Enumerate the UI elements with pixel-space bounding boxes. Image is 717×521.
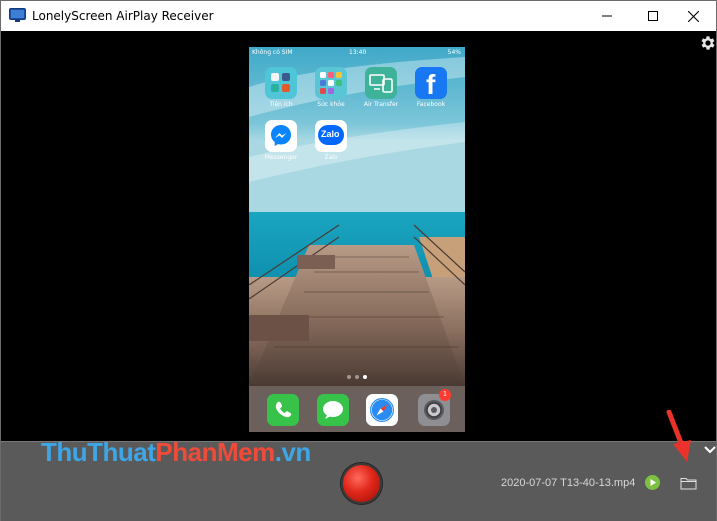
facebook-icon: f — [415, 67, 447, 99]
app-label: Air Transfer — [363, 101, 399, 108]
notification-badge: 1 — [439, 389, 451, 401]
app-health[interactable]: Sức khỏe — [311, 67, 351, 108]
battery-text: 54% — [447, 49, 461, 56]
app-label: Zalo — [324, 154, 338, 161]
chevron-down-icon[interactable] — [704, 445, 716, 455]
watermark-part2: PhanMem — [155, 437, 275, 467]
app-label: Facebook — [416, 101, 446, 108]
phone-screen: Không có SIM 13:40 54% Tiện ích Sức khỏe… — [249, 47, 465, 432]
annotation-arrow — [666, 410, 691, 462]
zalo-icon: Zalo — [315, 120, 347, 152]
app-label: Tiện ích — [269, 101, 293, 108]
utilities-folder-icon — [265, 67, 297, 99]
messenger-icon — [265, 120, 297, 152]
watermark-part1: ThuThuat — [41, 437, 156, 467]
play-icon — [650, 479, 656, 486]
app-label: Messenger — [264, 154, 298, 161]
record-button[interactable] — [341, 463, 382, 504]
app-monitor-icon — [9, 8, 26, 22]
app-facebook[interactable]: f Facebook — [411, 67, 451, 108]
page-dot-active — [363, 375, 367, 379]
close-icon — [687, 10, 699, 22]
watermark-part3: .vn — [274, 437, 312, 467]
app-messenger[interactable]: Messenger — [261, 120, 301, 161]
page-dot — [347, 375, 351, 379]
minimize-icon — [602, 15, 612, 17]
air-transfer-icon — [365, 67, 397, 99]
play-button[interactable] — [645, 475, 660, 490]
maximize-icon — [648, 11, 658, 21]
minimize-button[interactable] — [584, 1, 630, 31]
app-zalo[interactable]: Zalo Zalo — [311, 120, 351, 161]
page-dot — [355, 375, 359, 379]
control-bar: ThuThuatPhanMem.vn 2020-07-07 T13-40-13.… — [1, 410, 716, 521]
messages-icon[interactable] — [317, 394, 349, 426]
close-button[interactable] — [670, 1, 716, 31]
title-bar[interactable]: LonelyScreen AirPlay Receiver — [1, 1, 716, 31]
phone-icon[interactable] — [267, 394, 299, 426]
app-window: LonelyScreen AirPlay Receiver Không có S… — [0, 0, 717, 521]
facebook-glyph: f — [426, 69, 436, 99]
dock: 1 — [249, 386, 465, 432]
folder-icon[interactable] — [680, 476, 697, 490]
app-label: Sức khỏe — [317, 101, 345, 108]
app-utilities[interactable]: Tiện ích — [261, 67, 301, 108]
mirror-area: Không có SIM 13:40 54% Tiện ích Sức khỏe… — [1, 31, 716, 441]
window-title: LonelyScreen AirPlay Receiver — [32, 9, 214, 23]
carrier-text: Không có SIM — [252, 49, 293, 56]
watermark: ThuThuatPhanMem.vn — [41, 437, 311, 468]
page-indicator — [347, 375, 367, 379]
zalo-logo-text: Zalo — [321, 129, 340, 139]
safari-icon[interactable] — [366, 394, 398, 426]
recording-filename[interactable]: 2020-07-07 T13-40-13.mp4 — [501, 477, 635, 489]
clock-text: 13:40 — [349, 49, 367, 56]
phone-status-bar: Không có SIM 13:40 54% — [249, 47, 465, 59]
app-air-transfer[interactable]: Air Transfer — [361, 67, 401, 108]
health-folder-icon — [315, 67, 347, 99]
gear-icon[interactable] — [699, 34, 717, 52]
